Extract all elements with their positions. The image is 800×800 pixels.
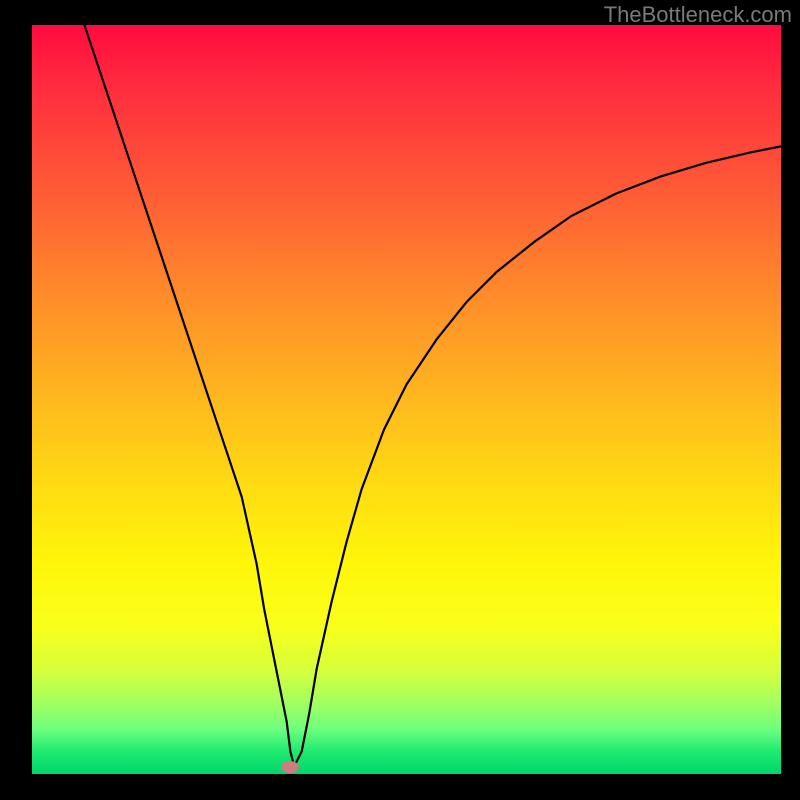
plot-area <box>32 25 781 774</box>
watermark-text: TheBottleneck.com <box>604 2 792 28</box>
chart-frame: TheBottleneck.com <box>0 0 800 800</box>
bottleneck-curve <box>32 25 781 774</box>
optimum-marker <box>281 761 299 773</box>
